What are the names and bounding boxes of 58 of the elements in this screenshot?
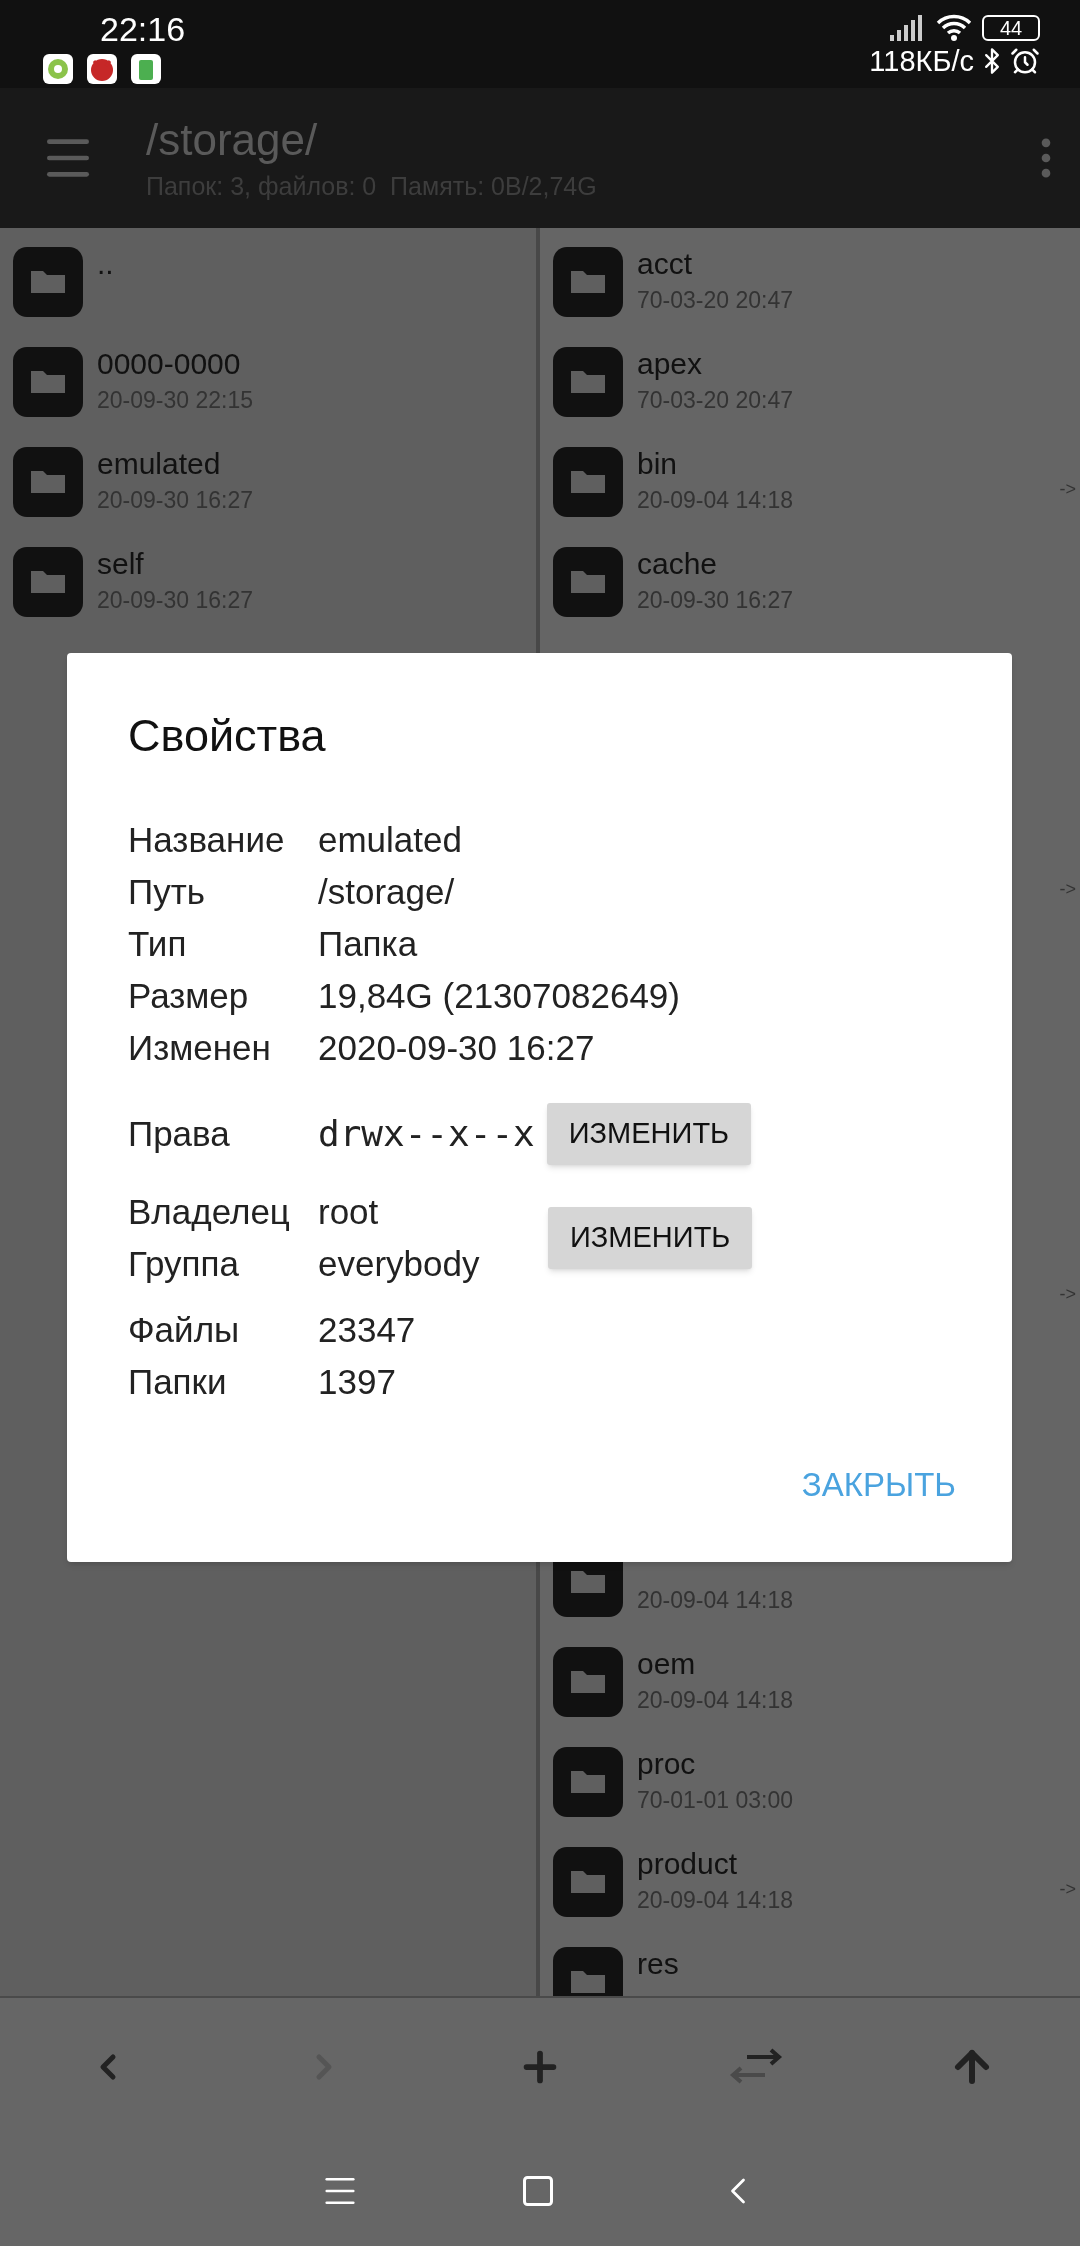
property-value: emulated [318,818,462,861]
link-arrow: -> [1059,878,1076,901]
dialog-title: Свойства [128,713,327,758]
folder-icon [13,247,83,317]
link-arrow: -> [1059,1878,1076,1901]
property-label: Владелец [128,1190,291,1233]
folder-icon [553,247,623,317]
folder-name: .. [97,249,114,279]
folder-name: 0000-0000 [97,349,242,379]
property-label: Путь [128,870,206,913]
folder-name: product [637,1849,739,1879]
folder-icon [13,347,83,417]
change-permissions-button[interactable]: ИЗМЕНИТЬ [546,1103,752,1165]
folder-name: oem [637,1649,697,1679]
change-owner-button[interactable]: ИЗМЕНИТЬ [548,1207,753,1269]
folder-icon [13,447,83,517]
property-label: Изменен [128,1026,272,1069]
permissions-value: drwx--x--x [318,1112,535,1156]
network-speed: 118КБ/с [869,46,974,76]
folder-name: res [637,1949,679,1979]
folder-icon [553,1747,623,1817]
property-label: Размер [128,974,250,1017]
property-value: 1397 [318,1360,396,1403]
property-label: Название [128,818,286,861]
folder-name: bin [637,449,679,479]
folder-icon [553,1647,623,1717]
property-label: Группа [128,1242,240,1285]
property-value: everybody [318,1242,481,1285]
folder-icon [553,547,623,617]
property-value: 23347 [318,1308,416,1351]
link-arrow: -> [1059,478,1076,501]
folder-name: proc [637,1749,697,1779]
property-value: 19,84G (21307082649) [318,974,680,1017]
battery-indicator: 44 [982,15,1040,41]
folder-name: self [97,549,145,579]
property-value: root [318,1190,380,1233]
property-label: Тип [128,922,188,965]
property-label: Права [128,1112,231,1155]
wifi-icon [936,14,972,42]
property-value: Папка [318,922,418,965]
current-path: /storage/ [146,117,319,162]
folder-icon [553,1847,623,1917]
clock: 22:16 [100,12,186,46]
folder-name: apex [637,349,704,379]
folder-name: emulated [97,449,222,479]
folder-icon [553,447,623,517]
folder-icon [553,347,623,417]
property-label: Папки [128,1360,228,1403]
home-icon[interactable] [520,2173,556,2209]
folder-name: cache [637,549,719,579]
folder-icon [13,547,83,617]
alarm-icon [1010,46,1040,76]
property-value: 2020-09-30 16:27 [318,1026,595,1069]
link-arrow: -> [1059,1283,1076,1306]
property-label: Файлы [128,1308,241,1351]
property-value: /storage/ [318,870,455,913]
folder-name: acct [637,249,694,279]
battery-app-icon [131,54,161,84]
